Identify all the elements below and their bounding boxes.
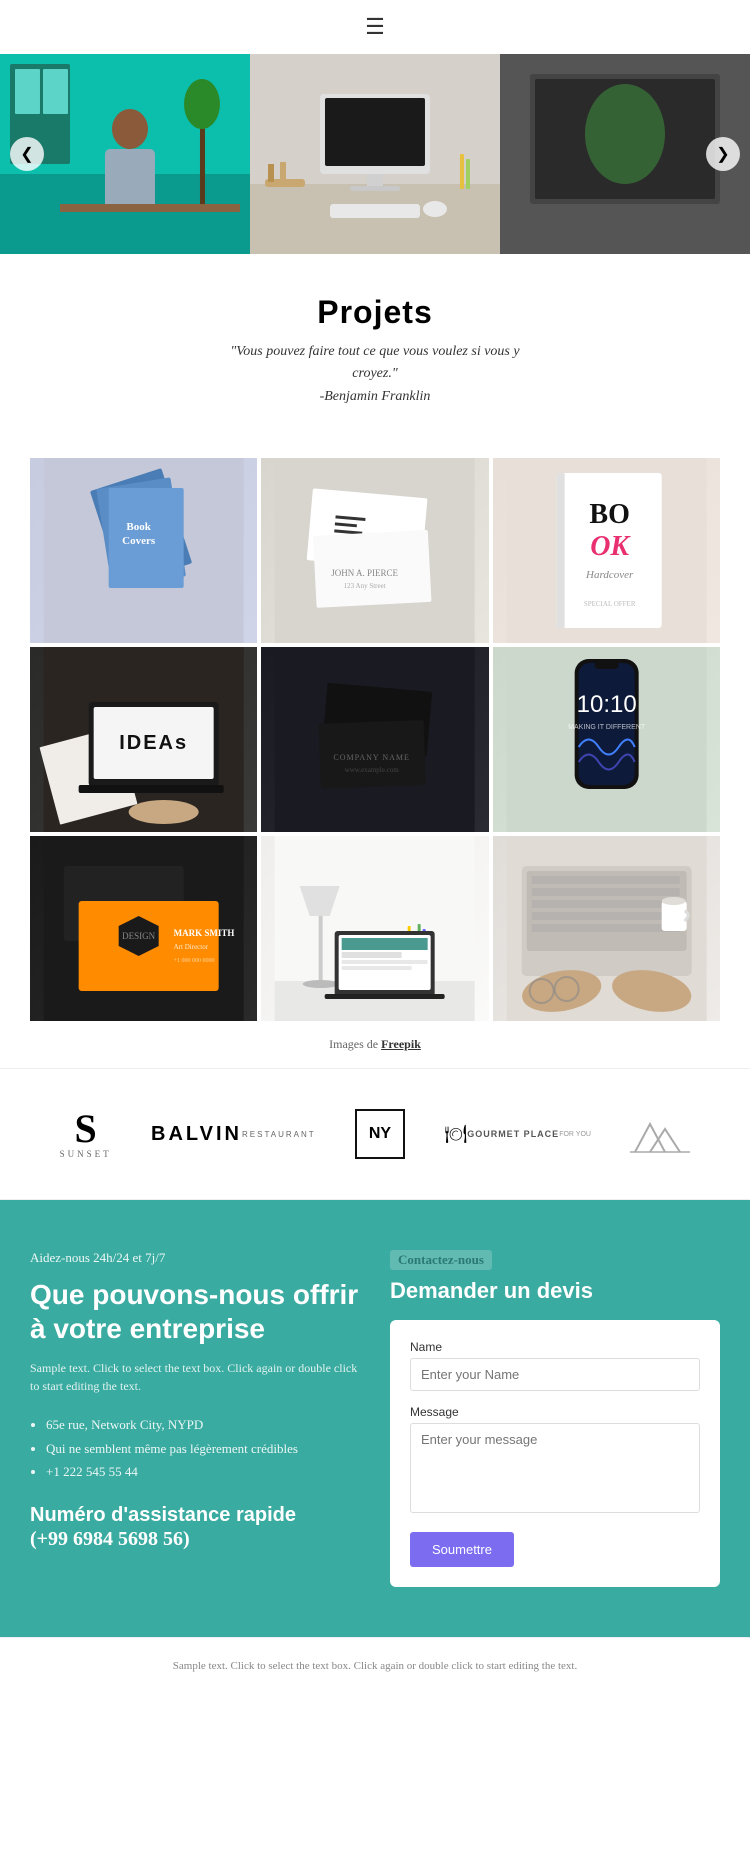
phone-image: 10:10 MAKING IT DIFFERENT — [493, 647, 720, 832]
contact-list-item: Qui ne semblent même pas légèrement créd… — [46, 1437, 360, 1460]
grid-item-typing[interactable] — [493, 836, 720, 1021]
navigation: ☰ — [0, 0, 750, 54]
bizcard-white-image: JOHN A. PIERCE 123 Any Street — [261, 458, 488, 643]
svg-text:SPECIAL OFFER: SPECIAL OFFER — [583, 600, 635, 608]
svg-text:MAKING IT DIFFERENT: MAKING IT DIFFERENT — [568, 724, 646, 731]
carousel-slides — [0, 54, 750, 254]
hero-carousel: ❮ — [0, 54, 750, 254]
contact-right-title: Demander un devis — [390, 1278, 720, 1304]
books-image: Book Covers — [30, 458, 257, 643]
typing-image — [493, 836, 720, 1021]
contact-form: Name Message Soumettre — [390, 1320, 720, 1587]
svg-text:IDEAs: IDEAs — [119, 732, 188, 754]
form-name-input[interactable] — [410, 1358, 700, 1391]
balvin-main: BALVIN — [151, 1123, 242, 1146]
sunset-text: SUNSET — [60, 1149, 112, 1159]
menu-icon[interactable]: ☰ — [365, 14, 385, 40]
projects-quote: "Vous pouvez faire tout ce que vous voul… — [30, 341, 720, 408]
contact-right: Contactez-nous Demander un devis Name Me… — [390, 1250, 720, 1587]
grid-item-books[interactable]: Book Covers — [30, 458, 257, 643]
contact-list-item: +1 222 545 55 44 — [46, 1460, 360, 1483]
svg-text:123 Any Street: 123 Any Street — [344, 582, 386, 590]
footer-text: Sample text. Click to select the text bo… — [30, 1658, 720, 1676]
logo-ny: NY — [355, 1109, 405, 1159]
grid-item-phone[interactable]: 10:10 MAKING IT DIFFERENT — [493, 647, 720, 832]
contact-description: Sample text. Click to select the text bo… — [30, 1359, 360, 1395]
svg-text:www.example.com: www.example.com — [345, 766, 400, 774]
images-credit: Images de Freepik — [0, 1021, 750, 1068]
form-name-label: Name — [410, 1340, 700, 1354]
svg-text:BO: BO — [589, 499, 629, 530]
logo-gourmet: 🍽 GOURMET PLACE FOR YOU — [444, 1124, 591, 1145]
grid-item-book-hardcover[interactable]: BO OK Hardcover SPECIAL OFFER — [493, 458, 720, 643]
grid-item-lamp-scene[interactable] — [261, 836, 488, 1021]
grid-item-orange-bizcard[interactable]: DESIGN MARK SMITH Art Director +1 000 00… — [30, 836, 257, 1021]
form-message-label: Message — [410, 1405, 700, 1419]
projects-section: Projets "Vous pouvez faire tout ce que v… — [0, 254, 750, 458]
contact-phone: (+99 6984 5698 56) — [30, 1528, 360, 1551]
footer: Sample text. Click to select the text bo… — [0, 1637, 750, 1696]
carousel-prev-button[interactable]: ❮ — [10, 137, 44, 171]
sunset-letter: S — [75, 1109, 97, 1149]
logo-mountain — [630, 1114, 690, 1154]
svg-text:Art Director: Art Director — [174, 943, 209, 951]
contact-heading: Que pouvons-nous offrir à votre entrepri… — [30, 1278, 360, 1345]
freepik-link[interactable]: Freepik — [381, 1037, 421, 1051]
balvin-sub: RESTAURANT — [242, 1130, 316, 1139]
carousel-slide-2 — [250, 54, 500, 254]
projects-grid: Book Covers JOHN A. PIERCE 123 Any Stree… — [30, 458, 720, 1021]
carousel-next-button[interactable]: ❯ — [706, 137, 740, 171]
form-message-textarea[interactable] — [410, 1423, 700, 1513]
svg-text:MARK SMITH: MARK SMITH — [174, 928, 235, 938]
contact-list: 65e rue, Network City, NYPD Qui ne sembl… — [30, 1413, 360, 1483]
form-name-group: Name — [410, 1340, 700, 1391]
mountain-svg — [630, 1114, 690, 1154]
contact-left: Aidez-nous 24h/24 et 7j/7 Que pouvons-no… — [30, 1250, 360, 1587]
grid-item-dark-bizcards[interactable]: COMPANY NAME www.example.com — [261, 647, 488, 832]
logo-sunset: S SUNSET — [60, 1109, 112, 1159]
svg-text:+1 000 000 0000: +1 000 000 0000 — [174, 958, 215, 964]
contact-section: Aidez-nous 24h/24 et 7j/7 Que pouvons-no… — [0, 1200, 750, 1637]
contact-help-text: Aidez-nous 24h/24 et 7j/7 — [30, 1250, 360, 1266]
gourmet-sub: FOR YOU — [559, 1131, 591, 1138]
book-hardcover-image: BO OK Hardcover SPECIAL OFFER — [493, 458, 720, 643]
gourmet-text: GOURMET PLACE — [467, 1129, 559, 1139]
lamp-scene-image — [261, 836, 488, 1021]
logo-balvin: BALVIN RESTAURANT — [151, 1123, 316, 1146]
projects-title: Projets — [30, 294, 720, 331]
svg-text:10:10: 10:10 — [576, 691, 636, 718]
dark-bizcards-image: COMPANY NAME www.example.com — [261, 647, 488, 832]
slide2-image — [250, 54, 500, 254]
svg-text:DESIGN: DESIGN — [122, 931, 155, 941]
contact-list-item: 65e rue, Network City, NYPD — [46, 1413, 360, 1436]
svg-text:Book: Book — [126, 521, 151, 533]
contact-right-label: Contactez-nous — [390, 1250, 492, 1270]
svg-text:Hardcover: Hardcover — [585, 569, 634, 581]
form-submit-button[interactable]: Soumettre — [410, 1532, 514, 1567]
logos-section: S SUNSET BALVIN RESTAURANT NY 🍽 GOURMET … — [0, 1068, 750, 1200]
grid-item-ideas[interactable]: IDEAs — [30, 647, 257, 832]
gourmet-icon: 🍽 — [444, 1124, 467, 1145]
contact-hotline-title: Numéro d'assistance rapide — [30, 1502, 360, 1528]
svg-text:JOHN A. PIERCE: JOHN A. PIERCE — [332, 568, 399, 578]
orange-bizcard-image: DESIGN MARK SMITH Art Director +1 000 00… — [30, 836, 257, 1021]
svg-text:Covers: Covers — [122, 535, 156, 547]
grid-item-bizcard-white[interactable]: JOHN A. PIERCE 123 Any Street — [261, 458, 488, 643]
form-message-group: Message — [410, 1405, 700, 1518]
svg-text:COMPANY NAME: COMPANY NAME — [334, 753, 411, 762]
svg-text:OK: OK — [590, 531, 631, 562]
ideas-image: IDEAs — [30, 647, 257, 832]
